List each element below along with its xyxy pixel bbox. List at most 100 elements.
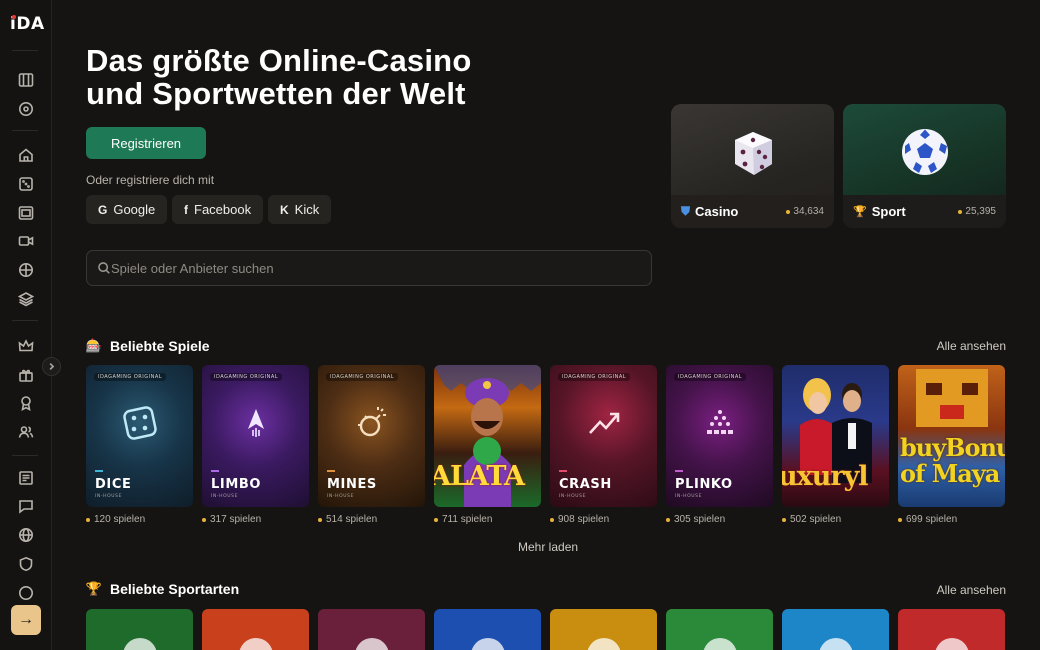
gift-icon[interactable] — [17, 366, 35, 384]
sport-tile[interactable] — [434, 609, 541, 650]
trophy-icon: 🏆 — [85, 581, 103, 596]
users-icon[interactable] — [17, 423, 35, 441]
load-more-button[interactable]: Mehr laden — [518, 540, 578, 554]
kick-icon: K — [280, 202, 289, 217]
facebook-login-button[interactable]: f Facebook — [172, 195, 264, 224]
register-with-label: Oder registriere dich mit — [86, 173, 215, 187]
sport-ball-icon — [586, 638, 621, 650]
crown-icon[interactable] — [17, 337, 35, 355]
kick-login-button[interactable]: K Kick — [268, 195, 332, 224]
slots-icon[interactable] — [17, 71, 35, 89]
register-button[interactable]: Registrieren — [86, 127, 206, 159]
game-tag: IDAGAMING ORIGINAL — [674, 373, 747, 381]
shield-icon[interactable] — [17, 555, 35, 573]
sport-tile[interactable] — [86, 609, 193, 650]
dice-icon — [120, 403, 160, 448]
game-name: CRASH — [559, 477, 612, 492]
search-input[interactable] — [105, 260, 625, 276]
sport-tile[interactable] — [666, 609, 773, 650]
sport-ball-icon — [354, 638, 389, 650]
video-icon[interactable] — [17, 232, 35, 250]
game-plays-maya: 699 spielen — [898, 514, 957, 525]
shield-icon: ⛊ — [681, 204, 691, 218]
game-sub: IN-HOUSE — [95, 494, 123, 499]
game-plays-limbo: 317 spielen — [202, 514, 261, 525]
game-card-maya[interactable]: buyBonu of Maya — [898, 365, 1005, 507]
sport-ball-icon — [470, 638, 505, 650]
layers-icon[interactable] — [17, 290, 35, 308]
google-login-button[interactable]: G Google — [86, 195, 168, 224]
trophy-icon: 🏆 — [853, 206, 867, 218]
sidebar-divider — [12, 130, 38, 131]
sport-ball-icon — [238, 638, 273, 650]
game-card-luxury[interactable]: uxuryl — [782, 365, 889, 507]
award-icon[interactable] — [17, 394, 35, 412]
casino-category-card[interactable]: ⛊ Casino 34,634 — [671, 104, 834, 228]
sport-tile[interactable] — [318, 609, 425, 650]
game-tag: IDAGAMING ORIGINAL — [210, 373, 283, 381]
sport-count: 25,395 — [958, 206, 996, 217]
game-card-alata[interactable]: ALATA — [434, 365, 541, 507]
popular-sports-heading: 🏆 Beliebte Sportarten — [85, 581, 240, 597]
chat-icon[interactable] — [17, 497, 35, 515]
google-icon: G — [98, 202, 108, 217]
search-bar[interactable] — [86, 250, 652, 286]
kick-label: Kick — [294, 202, 320, 217]
sport-tile[interactable] — [782, 609, 889, 650]
game-plays-crash: 908 spielen — [550, 514, 609, 525]
sidebar-divider — [12, 320, 38, 321]
sports-see-all-link[interactable]: Alle ansehen — [937, 583, 1006, 597]
game-name: MINES — [327, 477, 377, 492]
dice-icon — [725, 126, 781, 187]
game-name: uxuryl — [782, 461, 869, 492]
sport-ball-icon — [934, 638, 969, 650]
game-name: DICE — [95, 477, 132, 492]
rocket-icon — [236, 403, 276, 448]
globe-icon[interactable] — [17, 526, 35, 544]
game-card-mines[interactable]: IDAGAMING ORIGINAL MINES IN-HOUSE — [318, 365, 425, 507]
logo[interactable]: iDA — [10, 14, 45, 34]
pyramid-icon — [700, 403, 740, 448]
game-name: LIMBO — [211, 477, 262, 492]
login-arrow-button[interactable]: → — [11, 605, 41, 635]
game-plays-alata: 711 spielen — [434, 514, 492, 525]
game-plays-plinko: 305 spielen — [666, 514, 725, 525]
game-tag: IDAGAMING ORIGINAL — [94, 373, 167, 381]
game-card-crash[interactable]: IDAGAMING ORIGINAL CRASH IN-HOUSE — [550, 365, 657, 507]
game-name: ALATA — [434, 461, 525, 492]
game-plays-mines: 514 spielen — [318, 514, 377, 525]
game-sub: IN-HOUSE — [675, 494, 703, 499]
sport-tile[interactable] — [898, 609, 1005, 650]
facebook-icon: f — [184, 202, 188, 217]
casino-count: 34,634 — [786, 206, 824, 217]
sport-ball-icon — [818, 638, 853, 650]
slot-machine-icon[interactable] — [17, 204, 35, 222]
sidebar-divider — [12, 455, 38, 456]
game-plays-luxury: 502 spielen — [782, 514, 841, 525]
sport-tile[interactable] — [550, 609, 657, 650]
sport-tile[interactable] — [202, 609, 309, 650]
dice-icon[interactable] — [17, 175, 35, 193]
game-sub: IN-HOUSE — [211, 494, 239, 499]
game-card-dice[interactable]: IDAGAMING ORIGINAL DICE IN-HOUSE — [86, 365, 193, 507]
sport-ball-icon — [702, 638, 737, 650]
games-see-all-link[interactable]: Alle ansehen — [937, 339, 1006, 353]
casino-label: Casino — [695, 204, 739, 219]
game-sub: IN-HOUSE — [559, 494, 587, 499]
home-icon[interactable] — [17, 146, 35, 164]
hero-title: Das größte Online-Casino und Sportwetten… — [86, 43, 472, 111]
game-sub: IN-HOUSE — [327, 494, 355, 499]
game-card-limbo[interactable]: IDAGAMING ORIGINAL LIMBO IN-HOUSE — [202, 365, 309, 507]
game-card-plinko[interactable]: IDAGAMING ORIGINAL PLINKO IN-HOUSE — [666, 365, 773, 507]
sport-category-card[interactable]: 🏆 Sport 25,395 — [843, 104, 1006, 228]
sidebar-collapse-button[interactable] — [42, 357, 61, 376]
news-icon[interactable] — [17, 469, 35, 487]
support-icon[interactable] — [17, 584, 35, 602]
game-plays-dice: 120 spielen — [86, 514, 145, 525]
slot-machine-icon: 🎰 — [85, 338, 103, 353]
target-icon[interactable] — [17, 100, 35, 118]
bomb-icon — [352, 403, 392, 448]
sidebar-divider — [12, 50, 38, 51]
sport-ball-icon — [122, 638, 157, 650]
ball-icon[interactable] — [17, 261, 35, 279]
